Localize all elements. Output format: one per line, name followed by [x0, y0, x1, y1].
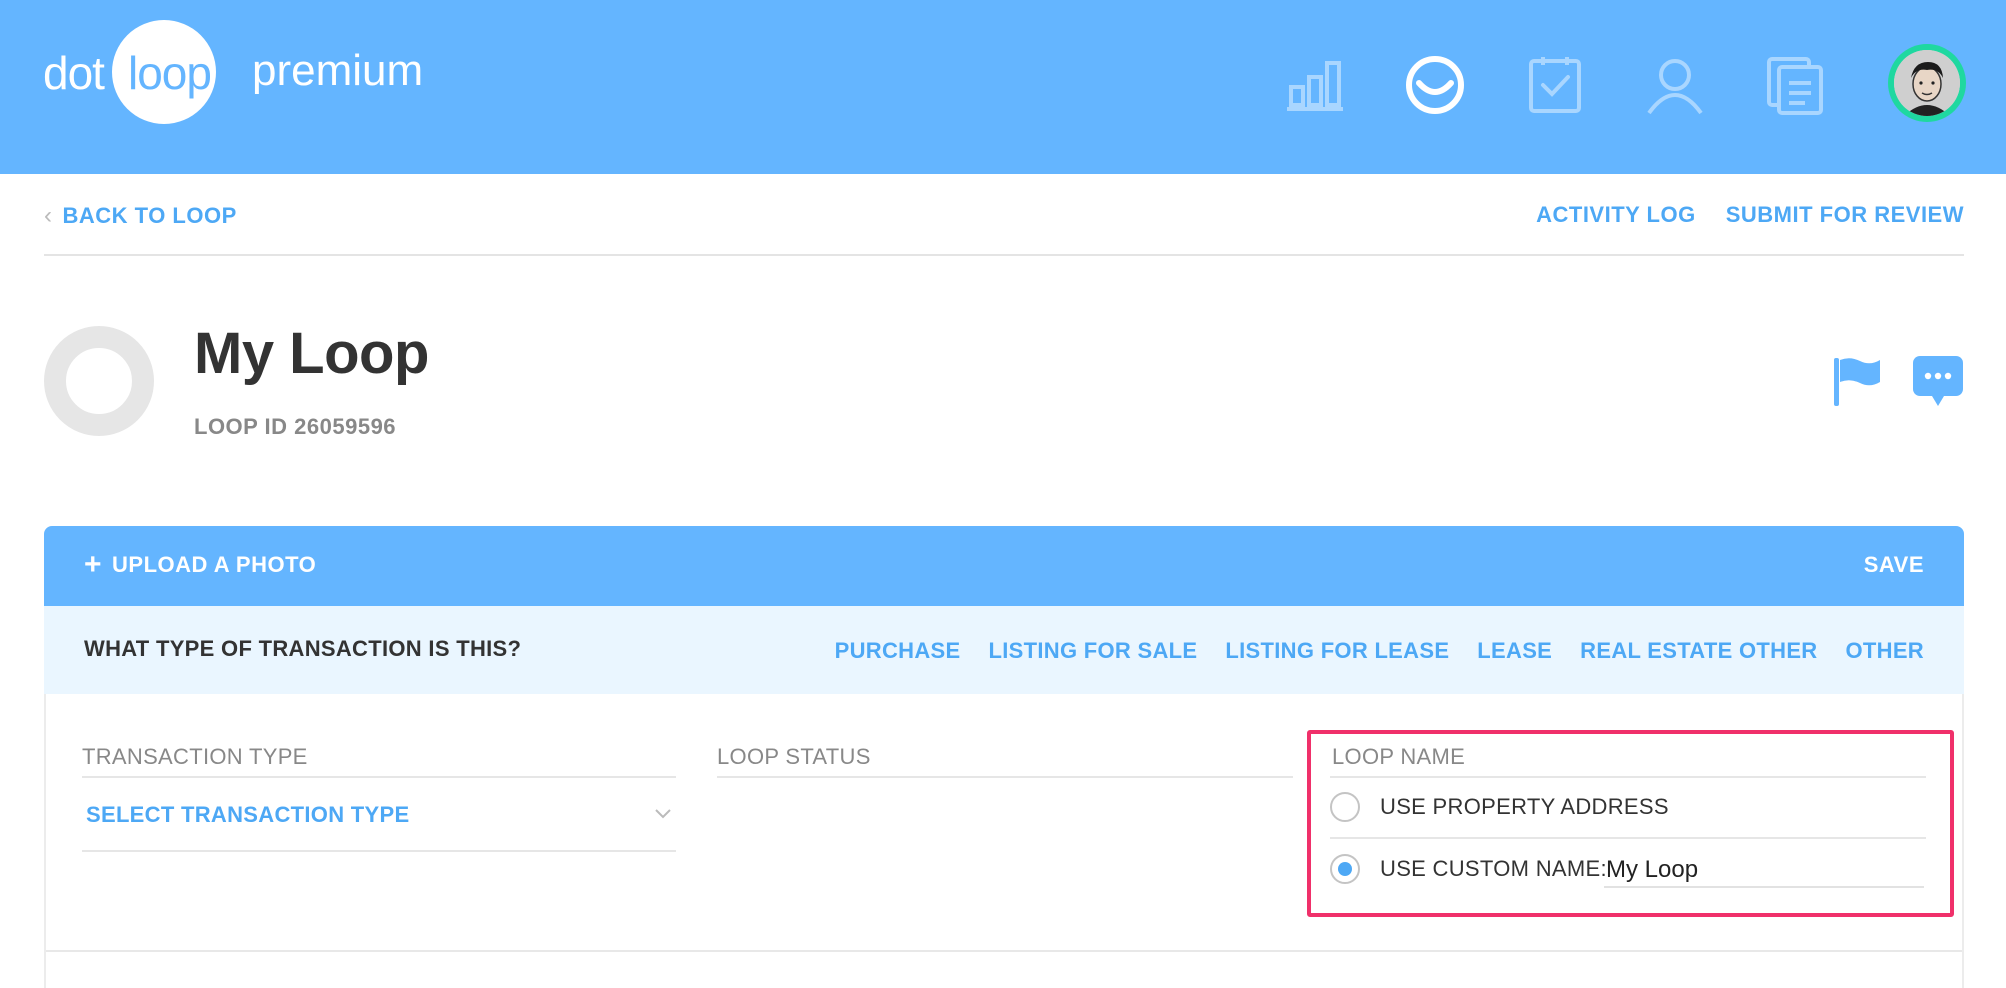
type-purchase[interactable]: PURCHASE — [835, 638, 961, 664]
subnav-actions: ACTIVITY LOG SUBMIT FOR REVIEW — [1536, 202, 1964, 228]
flag-icon[interactable] — [1832, 354, 1882, 408]
chevron-down-icon — [655, 809, 671, 819]
loop-status-label: LOOP STATUS — [717, 744, 871, 769]
documents-icon[interactable] — [1760, 50, 1830, 120]
plus-icon: + — [84, 548, 103, 581]
transaction-type-value: SELECT TRANSACTION TYPE — [86, 802, 410, 827]
people-icon[interactable] — [1640, 50, 1710, 120]
transaction-type-label: TRANSACTION TYPE — [82, 744, 308, 769]
custom-name-input[interactable] — [1604, 854, 1924, 888]
use-custom-name-option[interactable]: USE CUSTOM NAME: — [1330, 854, 1607, 884]
type-other[interactable]: OTHER — [1846, 638, 1925, 664]
transaction-type-question: WHAT TYPE OF TRANSACTION IS THIS? — [84, 636, 522, 661]
use-property-address-option[interactable]: USE PROPERTY ADDRESS — [1330, 792, 1669, 822]
upload-photo-label: UPLOAD A PHOTO — [112, 552, 317, 577]
property-address-label: USE PROPERTY ADDRESS — [1380, 794, 1669, 819]
transaction-type-bar: WHAT TYPE OF TRANSACTION IS THIS? PURCHA… — [44, 606, 1964, 694]
loop-id: LOOP ID 26059596 — [194, 414, 397, 439]
divider — [1330, 837, 1926, 839]
save-button[interactable]: SAVE — [1864, 552, 1924, 578]
divider — [82, 850, 676, 852]
tasks-icon[interactable] — [1520, 50, 1590, 120]
type-lease[interactable]: LEASE — [1477, 638, 1552, 664]
chat-icon[interactable] — [1912, 354, 1964, 410]
loop-photo-placeholder — [44, 326, 154, 436]
divider — [1330, 776, 1926, 778]
loop-name-label: LOOP NAME — [1332, 744, 1466, 769]
logo-dot-text: dot — [43, 47, 105, 99]
back-to-loop-link[interactable]: ‹ BACK TO LOOP — [44, 202, 237, 230]
type-real-estate-other[interactable]: REAL ESTATE OTHER — [1580, 638, 1817, 664]
logo-premium-text: premium — [252, 46, 424, 95]
type-listing-for-sale[interactable]: LISTING FOR SALE — [988, 638, 1197, 664]
custom-name-radio[interactable] — [1330, 854, 1360, 884]
divider — [82, 776, 676, 778]
sub-navigation: ‹ BACK TO LOOP ACTIVITY LOG SUBMIT FOR R… — [44, 174, 1964, 256]
radio-selected-dot — [1338, 862, 1352, 876]
avatar-photo — [1894, 50, 1960, 116]
loop-title: My Loop — [194, 321, 429, 386]
header-nav — [1280, 50, 1980, 120]
upload-photo-button[interactable]: + UPLOAD A PHOTO — [84, 548, 317, 581]
user-avatar[interactable] — [1888, 44, 1966, 122]
loop-icon[interactable] — [1400, 50, 1470, 120]
loop-details-header: + UPLOAD A PHOTO SAVE — [44, 526, 1964, 606]
logo-loop-text: loop — [128, 47, 212, 99]
transaction-type-select[interactable]: SELECT TRANSACTION TYPE — [82, 800, 676, 852]
custom-name-label: USE CUSTOM NAME: — [1380, 856, 1607, 881]
top-header: dot loop premium — [0, 0, 2006, 174]
property-address-radio[interactable] — [1330, 792, 1360, 822]
activity-log-link[interactable]: ACTIVITY LOG — [1536, 202, 1696, 228]
transaction-type-options: PURCHASE LISTING FOR SALE LISTING FOR LE… — [835, 638, 1924, 664]
panel-divider — [46, 950, 1962, 952]
chevron-left-icon: ‹ — [44, 202, 53, 229]
type-listing-for-lease[interactable]: LISTING FOR LEASE — [1225, 638, 1449, 664]
divider — [717, 776, 1293, 778]
reports-icon[interactable] — [1280, 50, 1350, 120]
back-to-loop-label: BACK TO LOOP — [62, 203, 237, 228]
submit-for-review-link[interactable]: SUBMIT FOR REVIEW — [1726, 202, 1964, 228]
dotloop-logo[interactable]: dot loop premium — [40, 18, 440, 126]
